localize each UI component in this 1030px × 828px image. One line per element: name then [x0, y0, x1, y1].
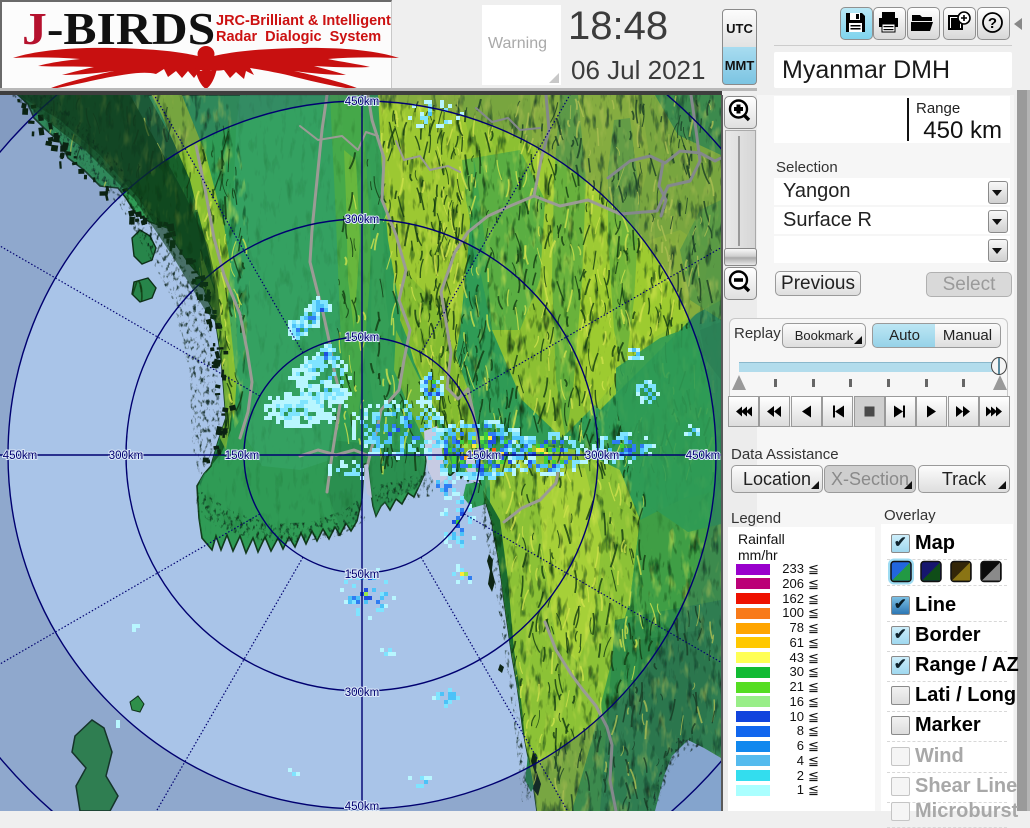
svg-text:300km: 300km [345, 687, 380, 699]
svg-text:300km: 300km [109, 450, 144, 462]
svg-text:150km: 150km [345, 332, 380, 344]
svg-text:450km: 450km [3, 450, 38, 462]
svg-text:450km: 450km [345, 801, 380, 811]
svg-text:?: ? [988, 15, 997, 32]
svg-text:450km: 450km [345, 96, 380, 108]
svg-text:300km: 300km [585, 450, 620, 462]
svg-text:150km: 150km [345, 569, 380, 581]
svg-text:150km: 150km [467, 450, 502, 462]
svg-text:150km: 150km [225, 450, 260, 462]
svg-text:300km: 300km [345, 214, 380, 226]
svg-text:450km: 450km [686, 450, 721, 462]
